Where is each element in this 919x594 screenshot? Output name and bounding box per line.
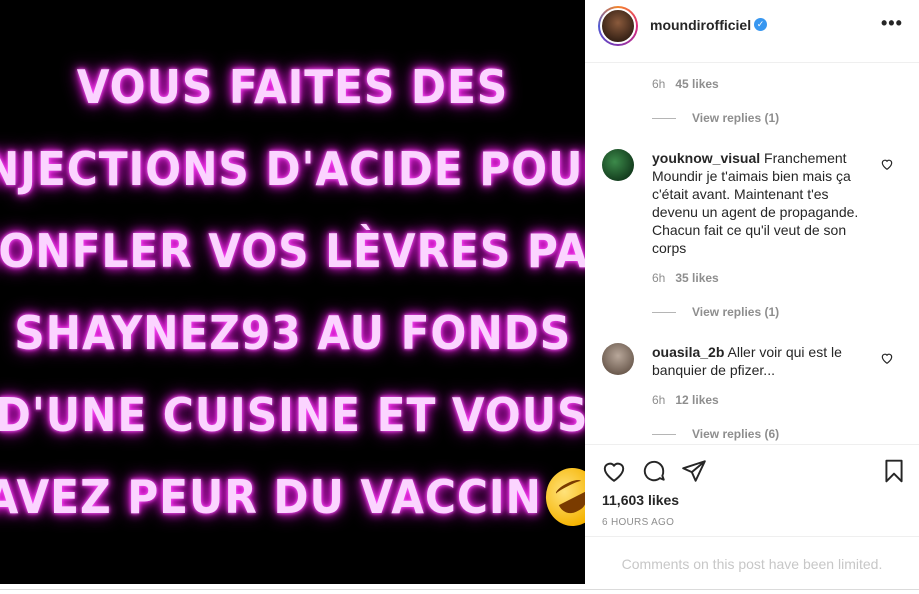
post-actions: 11,603 likes 6 HOURS AGO: [585, 444, 919, 536]
more-options-icon[interactable]: •••: [881, 14, 905, 34]
author-avatar[interactable]: [598, 6, 638, 46]
view-replies-button[interactable]: View replies (6): [652, 427, 779, 441]
comment-body: youknow_visual Franchement Moundir je t'…: [652, 149, 874, 257]
comment-likes[interactable]: 45 likes: [675, 77, 718, 91]
commenter-username[interactable]: ouasila_2b: [652, 344, 724, 360]
share-icon[interactable]: [681, 458, 707, 484]
post-image[interactable]: VOUS FAITES DES INJECTIONS D'ACIDE POUR …: [0, 0, 585, 584]
image-text-line: AVEZ PEUR DU VACCIN: [0, 470, 543, 524]
bottom-divider: [0, 589, 919, 590]
comment-time: 6h: [652, 77, 666, 91]
like-comment-heart-icon[interactable]: [880, 351, 894, 365]
post-likes-count[interactable]: 11,603 likes: [602, 492, 679, 508]
comment-time: 6h: [652, 271, 666, 285]
commenter-avatar[interactable]: [602, 343, 634, 375]
comment-body: ouasila_2b Aller voir qui est le banquie…: [652, 343, 874, 379]
comment-time: 6h: [652, 393, 666, 407]
image-text-line: VOUS FAITES DES: [76, 60, 509, 114]
laughing-emoji-icon: [536, 457, 585, 536]
image-text-line: SHAYNEZ93 AU FONDS: [14, 306, 571, 360]
comment-meta: 6h 35 likes: [652, 271, 719, 285]
image-text-line: GONFLER VOS LÈVRES PAR: [0, 224, 585, 278]
commenter-avatar[interactable]: [602, 149, 634, 181]
comment-likes[interactable]: 12 likes: [675, 393, 718, 407]
bookmark-icon[interactable]: [881, 458, 907, 484]
view-replies-button[interactable]: View replies (1): [652, 111, 779, 125]
comment-icon[interactable]: [641, 458, 667, 484]
comments-list[interactable]: 6h 45 likes View replies (1) youknow_visu…: [585, 63, 919, 444]
verified-check-icon: ✓: [754, 18, 767, 31]
comment-likes[interactable]: 35 likes: [675, 271, 718, 285]
post-side-panel: moundirofficiel ✓ ••• 6h 45 likes View re…: [585, 0, 919, 594]
heart-icon[interactable]: [601, 458, 627, 484]
view-replies-button[interactable]: View replies (1): [652, 305, 779, 319]
comment-meta: 6h 12 likes: [652, 393, 719, 407]
image-text-line-last: AVEZ PEUR DU VACCIN: [0, 456, 585, 538]
like-comment-heart-icon[interactable]: [880, 157, 894, 171]
post-timestamp[interactable]: 6 HOURS AGO: [602, 517, 674, 528]
post-header: moundirofficiel ✓ •••: [585, 0, 919, 63]
image-text-line: INJECTIONS D'ACIDE POUR: [0, 142, 585, 196]
comment-meta: 6h 45 likes: [652, 77, 719, 91]
comments-limited-notice: Comments on this post have been limited.: [585, 536, 919, 590]
author-username[interactable]: moundirofficiel: [650, 17, 751, 33]
image-text-line: D'UNE CUISINE ET VOUS: [0, 388, 585, 442]
commenter-username[interactable]: youknow_visual: [652, 150, 760, 166]
